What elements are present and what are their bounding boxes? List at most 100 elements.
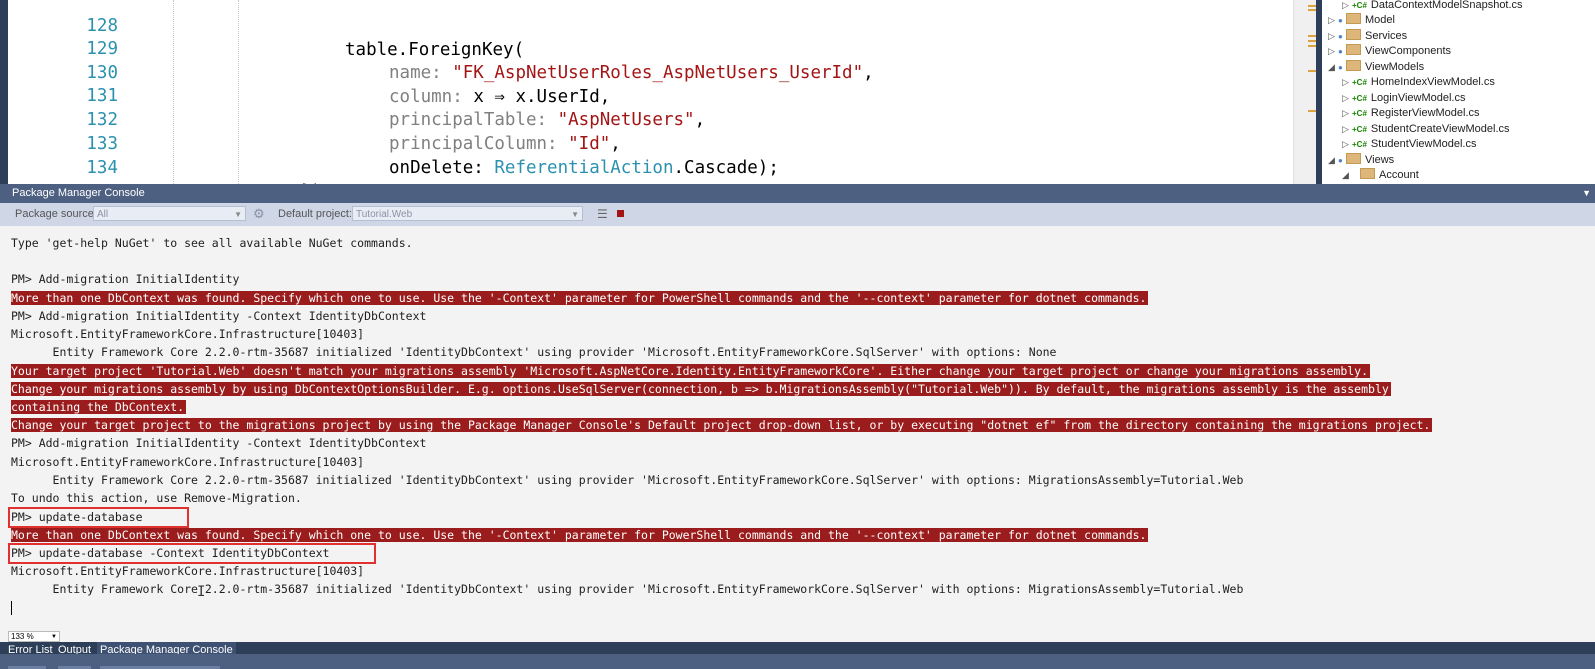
tree-item-label: Model — [1365, 14, 1395, 26]
tree-item[interactable]: ▷ ● Model — [1328, 13, 1395, 29]
expand-arrow-icon[interactable]: ▷ — [1342, 122, 1352, 138]
code-line[interactable]: 128 table.ForeignKey( — [8, 0, 524, 60]
tree-item-label: DataContextModelSnapshot.cs — [1370, 0, 1523, 11]
stop-icon[interactable] — [617, 210, 624, 217]
chevron-down-icon: ▼ — [51, 634, 57, 640]
tree-item-label: ViewModels — [1365, 61, 1425, 73]
expand-arrow-icon[interactable]: ▷ — [1328, 13, 1338, 29]
code-punct: , — [863, 63, 874, 83]
folder-icon — [1346, 13, 1361, 24]
line-number: 130 — [86, 63, 118, 83]
collapse-arrow-icon[interactable]: ◢ — [1328, 153, 1338, 169]
lock-icon: ● — [1338, 16, 1343, 25]
chevron-down-icon[interactable]: ▼ — [1582, 184, 1591, 203]
expand-arrow-icon[interactable]: ▷ — [1342, 91, 1352, 107]
line-number: 133 — [86, 134, 118, 154]
solution-explorer[interactable]: ▷ +C# DataContextModelSnapshot.cs ▷ ● Model … — [1316, 0, 1595, 184]
code-text: table.ForeignKey( — [345, 40, 525, 60]
console-output[interactable]: Type 'get-help NuGet' to see all availab… — [0, 226, 1595, 631]
tree-item[interactable]: ◢ Account — [1342, 168, 1419, 184]
package-source-label: Package source: — [15, 208, 97, 220]
code-line[interactable]: 129 name: "FK_AspNetUserRoles_AspNetUser… — [8, 13, 873, 83]
expand-arrow-icon[interactable]: ▷ — [1342, 75, 1352, 91]
tree-item[interactable]: ▷ ● ViewComponents — [1328, 44, 1451, 60]
code-string: "FK_AspNetUserRoles_AspNetUsers_UserId" — [452, 63, 864, 83]
tree-item[interactable]: ▷ +C# HomeIndexViewModel.cs — [1342, 75, 1495, 91]
code-string: "Id" — [568, 134, 611, 154]
tree-item-label: RegisterViewModel.cs — [1370, 107, 1480, 119]
lock-icon: ● — [1338, 47, 1343, 56]
chevron-down-icon: ▼ — [234, 210, 242, 219]
folder-open-icon — [1346, 153, 1361, 164]
editor-vertical-scrollbar[interactable] — [1293, 0, 1316, 184]
expand-arrow-icon[interactable]: ▷ — [1328, 44, 1338, 60]
expand-arrow-icon[interactable]: ▷ — [1342, 106, 1352, 122]
pmc-status-bar — [0, 631, 1595, 642]
expand-arrow-icon[interactable]: ▷ — [1342, 0, 1352, 14]
folder-icon — [1346, 29, 1361, 40]
console-error-line: containing the DbContext. — [11, 400, 187, 414]
code-line[interactable]: 131 principalTable: "AspNetUsers", — [8, 60, 705, 130]
scroll-marker — [1308, 40, 1316, 42]
scroll-marker — [1308, 5, 1316, 7]
tree-item-label: StudentCreateViewModel.cs — [1370, 123, 1510, 135]
line-number: 132 — [86, 110, 118, 130]
clear-console-icon[interactable]: ☰ — [597, 207, 608, 221]
expand-arrow-icon[interactable]: ▷ — [1342, 137, 1352, 153]
code-param-label: onDelete: — [389, 158, 484, 178]
csharp-file-icon: +C# — [1352, 125, 1367, 134]
line-number: 131 — [86, 86, 118, 106]
lock-icon: ● — [1338, 63, 1343, 72]
line-number: 128 — [86, 16, 118, 36]
csharp-file-icon: +C# — [1352, 140, 1367, 149]
code-line[interactable]: 133 onDelete: ReferentialAction.Cascade)… — [8, 108, 778, 178]
default-project-dropdown[interactable]: Tutorial.Web ▼ — [352, 206, 583, 221]
pmc-title-bar[interactable]: Package Manager Console ▼ — [0, 184, 1595, 203]
tree-item[interactable]: ▷ ● Services — [1328, 29, 1407, 45]
code-line[interactable]: 135 — [8, 156, 118, 184]
folder-icon — [1346, 44, 1361, 55]
code-string: "AspNetUsers" — [557, 110, 695, 130]
tree-item[interactable]: ▷ +C# StudentCreateViewModel.cs — [1342, 122, 1510, 138]
gear-icon[interactable]: ⚙ — [253, 206, 265, 222]
tree-item[interactable]: ◢ ● Views — [1328, 153, 1394, 169]
pmc-title: Package Manager Console — [12, 187, 145, 199]
console-line: Microsoft.EntityFrameworkCore.Infrastruc… — [11, 564, 365, 578]
expand-arrow-icon[interactable]: ▷ — [1328, 29, 1338, 45]
scroll-marker — [1308, 35, 1316, 37]
code-line[interactable]: 134 }); — [8, 132, 332, 184]
line-number: 129 — [86, 39, 118, 59]
code-param-label: principalTable: — [389, 110, 548, 130]
folder-open-icon — [1360, 168, 1375, 179]
console-line: PM> Add-migration InitialIdentity -Conte… — [11, 436, 427, 450]
console-error-line: Change your migrations assembly by using… — [11, 382, 1391, 396]
tree-item[interactable]: ▷ +C# LoginViewModel.cs — [1342, 91, 1465, 107]
code-param-label: name: — [389, 63, 442, 83]
indent-guide — [238, 0, 239, 184]
code-line[interactable]: 130 column: x ⇒ x.UserId, — [8, 37, 610, 107]
code-editor[interactable]: 128 table.ForeignKey( 129 name: "FK_AspN… — [0, 0, 1316, 184]
tree-item[interactable]: ◢ ● ViewModels — [1328, 60, 1424, 76]
code-line[interactable]: 132 principalColumn: "Id", — [8, 84, 620, 154]
default-project-value: Tutorial.Web — [356, 209, 413, 220]
scroll-marker — [1308, 70, 1316, 72]
highlight-box — [8, 507, 189, 528]
tree-item[interactable]: ▷ +C# DataContextModelSnapshot.cs — [1342, 0, 1523, 14]
scroll-marker — [1308, 45, 1316, 47]
tree-item[interactable]: ▷ +C# RegisterViewModel.cs — [1342, 106, 1480, 122]
zoom-dropdown[interactable]: 133 % ▼ — [8, 631, 60, 642]
tree-item-label: HomeIndexViewModel.cs — [1370, 76, 1495, 88]
console-line: Entity Framework Core 2.2.0-rtm-35687 in… — [11, 473, 1244, 487]
collapse-arrow-icon[interactable]: ◢ — [1328, 60, 1338, 76]
tree-item-label: LoginViewModel.cs — [1370, 92, 1466, 104]
tree-item[interactable]: ▷ +C# StudentViewModel.cs — [1342, 137, 1477, 153]
tree-item-label: Views — [1365, 154, 1395, 166]
collapse-arrow-icon[interactable]: ◢ — [1342, 168, 1352, 184]
package-source-dropdown[interactable]: All ▼ — [93, 206, 246, 221]
csharp-file-icon: +C# — [1352, 78, 1367, 87]
line-number: 134 — [86, 158, 118, 178]
code-punct: , — [610, 134, 621, 154]
csharp-file-icon: +C# — [1352, 1, 1367, 10]
tree-item-label: Services — [1365, 30, 1408, 42]
console-line: PM> Add-migration InitialIdentity — [11, 272, 240, 286]
